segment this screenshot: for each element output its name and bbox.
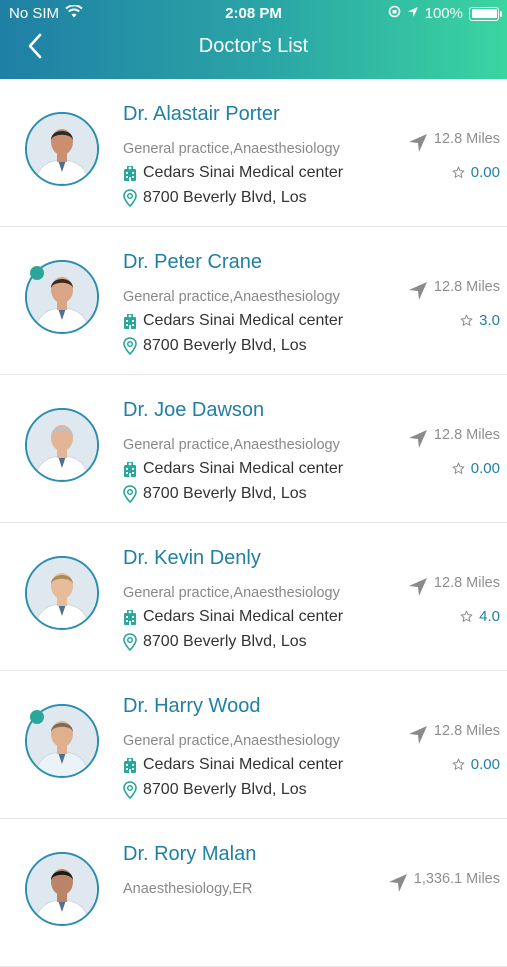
doctor-distance: 12.8 Miles [408,569,500,597]
map-pin-icon [123,337,137,355]
doctor-list: Dr. Alastair Porter General practice,Ana… [0,79,507,967]
doctor-specialty: General practice,Anaesthesiology [123,141,340,157]
doctor-distance: 12.8 Miles [408,125,500,153]
star-outline-icon [452,758,465,770]
doctor-rating: 0.00 [452,460,500,477]
doctor-hospital: Cedars Sinai Medical center [123,756,343,774]
address-text: 8700 Beverly Blvd, Los [143,337,307,354]
page-title: Doctor's List [198,35,309,57]
hospital-building-icon [124,609,136,625]
map-pin-icon [123,189,137,207]
doctor-specialty: Anaesthesiology,ER [123,881,253,897]
star-outline-icon [452,462,465,474]
doctor-rating: 3.0 [460,312,500,329]
rating-value: 0.00 [470,756,500,773]
doctor-rating: 4.0 [460,608,500,625]
navigation-arrow-icon [408,282,427,300]
orientation-lock-icon [388,5,401,22]
status-bar: No SIM 2:08 PM 100% [0,0,507,28]
doctor-address: 8700 Beverly Blvd, Los [123,485,307,503]
doctor-hospital: Cedars Sinai Medical center [123,312,343,330]
doctor-distance: 12.8 Miles [408,717,500,745]
doctor-address: 8700 Beverly Blvd, Los [123,189,307,207]
doctor-avatar [25,408,99,482]
navigation-arrow-icon [408,134,427,152]
address-text: 8700 Beverly Blvd, Los [143,781,307,798]
navigation-arrow-icon [408,430,427,448]
doctor-name[interactable]: Dr. Rory Malan [123,843,256,866]
map-pin-icon [123,781,137,799]
doctor-address: 8700 Beverly Blvd, Los [123,633,307,651]
doctor-name[interactable]: Dr. Peter Crane [123,251,262,274]
doctor-rating: 0.00 [452,164,500,181]
map-pin-icon [123,633,137,651]
rating-value: 3.0 [479,312,500,329]
doctor-specialty: General practice,Anaesthesiology [123,585,340,601]
battery-percent: 100% [424,5,463,22]
doctor-hospital: Cedars Sinai Medical center [123,460,343,478]
distance-text: 1,336.1 Miles [413,871,500,887]
doctor-name[interactable]: Dr. Kevin Denly [123,547,261,570]
doctor-avatar [25,112,99,186]
doctor-list-item[interactable]: Dr. Kevin Denly General practice,Anaesth… [0,523,507,671]
hospital-building-icon [124,313,136,329]
doctor-hospital: Cedars Sinai Medical center [123,164,343,182]
doctor-specialty: General practice,Anaesthesiology [123,437,340,453]
map-pin-icon [123,485,137,503]
doctor-list-item[interactable]: Dr. Rory Malan Anaesthesiology,ER 1,336.… [0,819,507,967]
distance-text: 12.8 Miles [433,427,500,443]
address-text: 8700 Beverly Blvd, Los [143,485,307,502]
doctor-address: 8700 Beverly Blvd, Los [123,337,307,355]
doctor-specialty: General practice,Anaesthesiology [123,289,340,305]
doctor-list-item[interactable]: Dr. Peter Crane General practice,Anaesth… [0,227,507,375]
star-outline-icon [460,314,473,326]
online-indicator [30,266,44,280]
doctor-avatar [25,556,99,630]
doctor-name[interactable]: Dr. Joe Dawson [123,399,264,422]
rating-value: 4.0 [479,608,500,625]
doctor-list-item[interactable]: Dr. Harry Wood General practice,Anaesthe… [0,671,507,819]
hospital-building-icon [124,461,136,477]
doctor-avatar [25,852,99,926]
doctor-rating: 0.00 [452,756,500,773]
rating-value: 0.00 [470,164,500,181]
doctor-name[interactable]: Dr. Harry Wood [123,695,260,718]
navigation-arrow-icon [408,578,427,596]
rating-value: 0.00 [470,460,500,477]
hospital-name: Cedars Sinai Medical center [143,164,344,181]
doctor-list-item[interactable]: Dr. Alastair Porter General practice,Ana… [0,79,507,227]
doctor-name[interactable]: Dr. Alastair Porter [123,103,280,126]
doctor-hospital: Cedars Sinai Medical center [123,608,343,626]
app-header: No SIM 2:08 PM 100% Doctor's List [0,0,507,79]
star-outline-icon [452,166,465,178]
hospital-building-icon [124,757,136,773]
doctor-distance: 12.8 Miles [408,273,500,301]
navigation-arrow-icon [408,726,427,744]
hospital-name: Cedars Sinai Medical center [143,756,344,773]
navigation-arrow-icon [388,874,407,892]
doctor-distance: 1,336.1 Miles [388,865,500,893]
distance-text: 12.8 Miles [433,131,500,147]
online-indicator [30,710,44,724]
distance-text: 12.8 Miles [433,723,500,739]
doctor-list-item[interactable]: Dr. Joe Dawson General practice,Anaesthe… [0,375,507,523]
doctor-specialty: General practice,Anaesthesiology [123,733,340,749]
hospital-name: Cedars Sinai Medical center [143,608,344,625]
hospital-name: Cedars Sinai Medical center [143,312,344,329]
hospital-name: Cedars Sinai Medical center [143,460,344,477]
battery-icon [469,6,502,21]
address-text: 8700 Beverly Blvd, Los [143,189,307,206]
distance-text: 12.8 Miles [433,279,500,295]
doctor-address: 8700 Beverly Blvd, Los [123,781,307,799]
star-outline-icon [460,610,473,622]
hospital-building-icon [124,165,136,181]
address-text: 8700 Beverly Blvd, Los [143,633,307,650]
distance-text: 12.8 Miles [433,575,500,591]
doctor-distance: 12.8 Miles [408,421,500,449]
location-arrow-icon [407,5,419,22]
